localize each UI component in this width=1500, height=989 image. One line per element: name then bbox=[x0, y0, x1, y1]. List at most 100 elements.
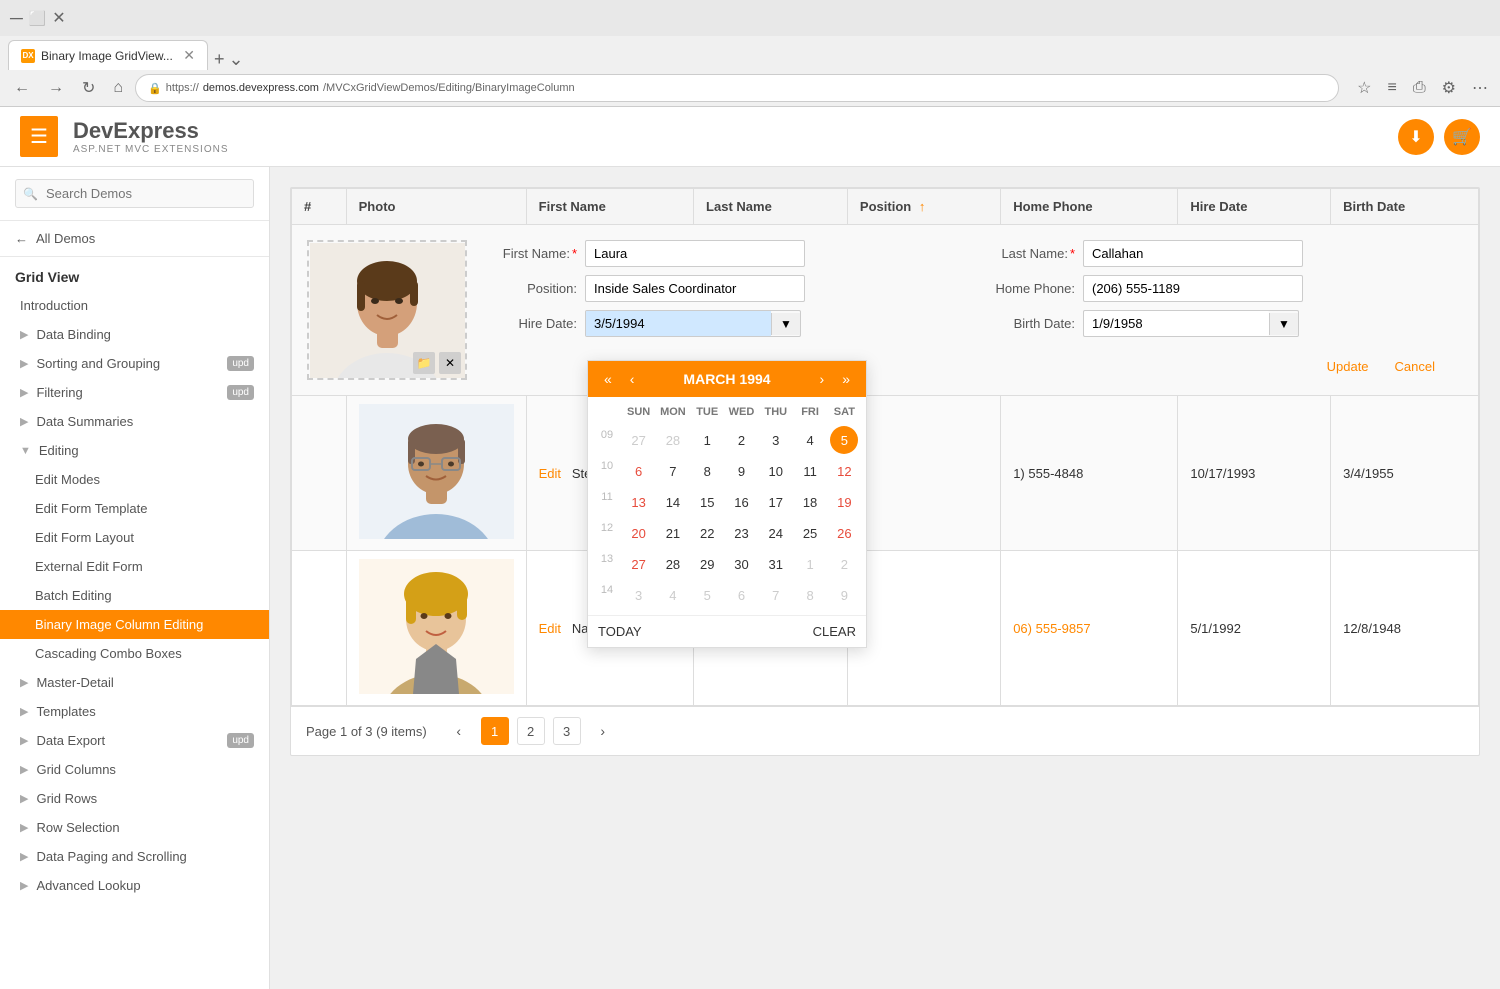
cal-day[interactable]: 2 bbox=[727, 426, 755, 454]
cal-day[interactable]: 22 bbox=[693, 519, 721, 547]
sidebar-item-data-summaries[interactable]: ▶ Data Summaries bbox=[0, 407, 269, 436]
cal-prev-month-button[interactable]: ‹ bbox=[624, 369, 641, 389]
refresh-button[interactable]: ↻ bbox=[76, 74, 101, 102]
all-demos-link[interactable]: ← All Demos bbox=[0, 221, 269, 257]
cal-day[interactable]: 24 bbox=[762, 519, 790, 547]
sidebar-item-edit-modes[interactable]: Edit Modes bbox=[0, 465, 269, 494]
cal-next-year-button[interactable]: » bbox=[836, 369, 856, 389]
sidebar-item-edit-form-template[interactable]: Edit Form Template bbox=[0, 494, 269, 523]
position-input[interactable] bbox=[585, 275, 805, 302]
cal-day[interactable]: 16 bbox=[727, 488, 755, 516]
more-button[interactable]: ⋯ bbox=[1468, 74, 1492, 102]
photo-delete-button[interactable]: ✕ bbox=[439, 352, 461, 374]
cal-day[interactable]: 9 bbox=[727, 457, 755, 485]
cal-day[interactable]: 30 bbox=[727, 550, 755, 578]
cal-day[interactable]: 8 bbox=[796, 581, 824, 609]
cal-clear-button[interactable]: CLEAR bbox=[813, 624, 856, 639]
cal-day[interactable]: 27 bbox=[625, 426, 653, 454]
sidebar-item-advanced-lookup[interactable]: ▶ Advanced Lookup bbox=[0, 871, 269, 900]
page-3-button[interactable]: 3 bbox=[553, 717, 581, 745]
cal-day-selected[interactable]: 5 bbox=[830, 426, 858, 454]
active-tab[interactable]: DX Binary Image GridView... ✕ bbox=[8, 40, 208, 70]
edit-link[interactable]: Edit bbox=[539, 466, 561, 481]
cancel-button[interactable]: Cancel bbox=[1387, 355, 1443, 378]
cal-next-month-button[interactable]: › bbox=[814, 369, 831, 389]
sidebar-item-data-paging[interactable]: ▶ Data Paging and Scrolling bbox=[0, 842, 269, 871]
sidebar-item-row-selection[interactable]: ▶ Row Selection bbox=[0, 813, 269, 842]
cal-day[interactable]: 18 bbox=[796, 488, 824, 516]
cal-day[interactable]: 15 bbox=[693, 488, 721, 516]
birth-date-dropdown-button[interactable]: ▼ bbox=[1269, 313, 1298, 335]
sidebar-item-sorting-grouping[interactable]: ▶ Sorting and Grouping upd bbox=[0, 349, 269, 378]
cal-day[interactable]: 3 bbox=[762, 426, 790, 454]
cal-day[interactable]: 26 bbox=[830, 519, 858, 547]
col-position[interactable]: Position ↑ bbox=[847, 189, 1000, 225]
cal-day[interactable]: 23 bbox=[727, 519, 755, 547]
hire-date-input-wrap[interactable]: ▼ bbox=[585, 310, 801, 337]
new-tab-button[interactable]: + bbox=[214, 49, 225, 70]
page-1-button[interactable]: 1 bbox=[481, 717, 509, 745]
first-name-input[interactable] bbox=[585, 240, 805, 267]
edit-link[interactable]: Edit bbox=[539, 621, 561, 636]
cal-day[interactable]: 14 bbox=[659, 488, 687, 516]
cal-day[interactable]: 6 bbox=[727, 581, 755, 609]
page-prev-button[interactable]: ‹ bbox=[445, 717, 473, 745]
extensions-button[interactable]: ⚙ bbox=[1438, 74, 1460, 102]
hire-date-dropdown-button[interactable]: ▼ bbox=[771, 313, 800, 335]
photo-browse-button[interactable]: 📁 bbox=[413, 352, 435, 374]
photo-upload-area[interactable]: 📁 ✕ bbox=[307, 240, 467, 380]
cal-day[interactable]: 8 bbox=[693, 457, 721, 485]
hire-date-input[interactable] bbox=[586, 311, 771, 336]
sidebar-item-data-binding[interactable]: ▶ Data Binding bbox=[0, 320, 269, 349]
search-input[interactable] bbox=[15, 179, 254, 208]
cal-day[interactable]: 12 bbox=[830, 457, 858, 485]
reading-list-button[interactable]: ≡ bbox=[1384, 74, 1401, 102]
cal-day[interactable]: 28 bbox=[659, 550, 687, 578]
cal-day[interactable]: 5 bbox=[693, 581, 721, 609]
cal-day[interactable]: 10 bbox=[762, 457, 790, 485]
cal-day[interactable]: 25 bbox=[796, 519, 824, 547]
last-name-input[interactable] bbox=[1083, 240, 1303, 267]
sidebar-item-batch-editing[interactable]: Batch Editing bbox=[0, 581, 269, 610]
update-button[interactable]: Update bbox=[1319, 355, 1377, 378]
cal-day[interactable]: 19 bbox=[830, 488, 858, 516]
cal-day[interactable]: 27 bbox=[625, 550, 653, 578]
cal-day[interactable]: 6 bbox=[625, 457, 653, 485]
window-restore-icon[interactable]: ⬜ bbox=[29, 10, 46, 27]
sidebar-item-data-export[interactable]: ▶ Data Export upd bbox=[0, 726, 269, 755]
sidebar-item-grid-columns[interactable]: ▶ Grid Columns bbox=[0, 755, 269, 784]
cal-day[interactable]: 1 bbox=[693, 426, 721, 454]
address-bar[interactable]: 🔒 https://demos.devexpress.com/MVCxGridV… bbox=[135, 74, 1339, 102]
sidebar-item-templates[interactable]: ▶ Templates bbox=[0, 697, 269, 726]
sidebar-item-filtering[interactable]: ▶ Filtering upd bbox=[0, 378, 269, 407]
cal-day[interactable]: 2 bbox=[830, 550, 858, 578]
window-close-icon[interactable]: ✕ bbox=[52, 8, 65, 28]
cal-day[interactable]: 9 bbox=[830, 581, 858, 609]
cal-day[interactable]: 31 bbox=[762, 550, 790, 578]
page-2-button[interactable]: 2 bbox=[517, 717, 545, 745]
bookmarks-button[interactable]: ☆ bbox=[1353, 74, 1375, 102]
sidebar-item-grid-rows[interactable]: ▶ Grid Rows bbox=[0, 784, 269, 813]
birth-date-input-wrap[interactable]: ▼ bbox=[1083, 310, 1299, 337]
cal-day[interactable]: 17 bbox=[762, 488, 790, 516]
home-phone-link[interactable]: 06) 555-9857 bbox=[1013, 621, 1090, 636]
back-button[interactable]: ← bbox=[8, 75, 36, 101]
cal-day[interactable]: 20 bbox=[625, 519, 653, 547]
home-button[interactable]: ⌂ bbox=[107, 75, 129, 101]
menu-toggle-button[interactable]: ☰ bbox=[20, 116, 58, 157]
birth-date-input[interactable] bbox=[1084, 311, 1269, 336]
cal-day[interactable]: 29 bbox=[693, 550, 721, 578]
cal-day[interactable]: 21 bbox=[659, 519, 687, 547]
sidebar-item-binary-image-column-editing[interactable]: Binary Image Column Editing bbox=[0, 610, 269, 639]
tab-close-button[interactable]: ✕ bbox=[183, 47, 195, 64]
cal-day[interactable]: 7 bbox=[659, 457, 687, 485]
cal-day[interactable]: 28 bbox=[659, 426, 687, 454]
forward-button[interactable]: → bbox=[42, 75, 70, 101]
home-phone-input[interactable] bbox=[1083, 275, 1303, 302]
page-next-button[interactable]: › bbox=[589, 717, 617, 745]
cal-day[interactable]: 3 bbox=[625, 581, 653, 609]
cal-day[interactable]: 13 bbox=[625, 488, 653, 516]
download-button[interactable]: ⬇ bbox=[1398, 119, 1434, 155]
share-button[interactable]: ⎙ bbox=[1409, 74, 1430, 102]
window-minimize-icon[interactable]: ─ bbox=[10, 8, 23, 29]
